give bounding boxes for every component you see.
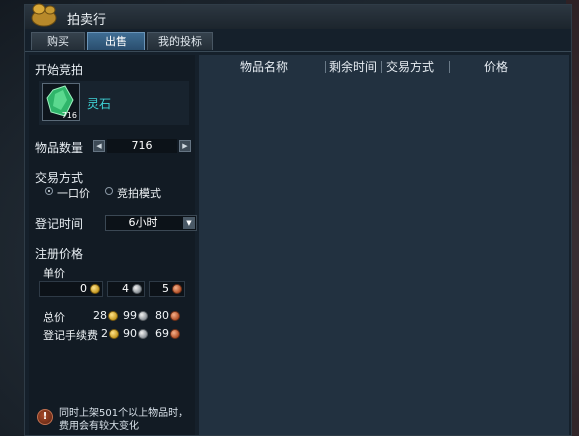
warning-text: 同时上架501个以上物品时，费用会有较大变化 — [59, 408, 189, 432]
unit-price-gold-input[interactable]: 0 — [39, 281, 103, 297]
fee-label: 登记手续费 — [43, 329, 98, 342]
green-crystal-icon: 716 — [42, 83, 80, 121]
quantity-label: 物品数量 — [35, 141, 84, 155]
quantity-decrease-button[interactable]: ◀ — [93, 140, 105, 152]
duration-select[interactable]: 6小时 ▼ — [105, 215, 197, 231]
unit-price-gold-value: 0 — [80, 282, 87, 295]
copper-coin-icon — [170, 329, 180, 339]
total-copper-value: 80 — [155, 309, 169, 322]
section-title: 开始竞拍 — [35, 63, 84, 77]
gold-coin-icon — [90, 284, 100, 294]
tab-bar: 购买 出售 我的投标 — [25, 31, 571, 52]
duration-label: 登记时间 — [35, 217, 84, 231]
title-bar[interactable]: 拍卖行 — [25, 3, 571, 29]
sell-panel: 开始竞拍 716 灵石 物品数量 ◀ 716 ▶ 交易方式 一口价 竞拍模式 登… — [29, 55, 197, 435]
silver-coin-icon — [132, 284, 142, 294]
item-name: 灵石 — [87, 97, 112, 111]
auction-mode-label: 竞拍模式 — [117, 187, 161, 200]
money-bag-icon — [31, 3, 57, 27]
auction-house-window: 拍卖行 购买 出售 我的投标 开始竞拍 716 灵石 物品数量 ◀ 716 ▶ … — [24, 3, 572, 436]
item-slot[interactable]: 716 灵石 — [39, 81, 189, 125]
unit-price-copper-input[interactable]: 5 — [149, 281, 185, 297]
column-header-price[interactable]: 价格 — [461, 55, 531, 79]
quantity-increase-button[interactable]: ▶ — [179, 140, 191, 152]
column-header-trade-method[interactable]: 交易方式 — [382, 55, 438, 79]
column-header-item-name[interactable]: 物品名称 — [219, 55, 309, 79]
item-stack-count: 716 — [61, 111, 77, 120]
silver-coin-icon — [138, 311, 148, 321]
radio-auction-mode[interactable] — [105, 187, 113, 195]
total-gold-value: 28 — [93, 309, 107, 322]
price-section-label: 注册价格 — [35, 247, 84, 261]
tab-sell[interactable]: 出售 — [87, 32, 145, 50]
column-divider — [449, 61, 450, 73]
fee-copper-value: 69 — [155, 327, 169, 340]
unit-price-copper-value: 5 — [162, 282, 169, 295]
listing-table: 物品名称 剩余时间 交易方式 价格 — [199, 55, 569, 435]
copper-coin-icon — [170, 311, 180, 321]
unit-price-silver-input[interactable]: 4 — [107, 281, 145, 297]
silver-coin-icon — [138, 329, 148, 339]
window-title: 拍卖行 — [67, 13, 107, 28]
total-silver-value: 99 — [123, 309, 137, 322]
gold-coin-icon — [108, 311, 118, 321]
unit-price-silver-value: 4 — [122, 282, 129, 295]
unit-price-label: 单价 — [43, 267, 65, 280]
trade-method-label: 交易方式 — [35, 171, 84, 185]
warning-icon: ! — [37, 409, 53, 425]
chevron-down-icon[interactable]: ▼ — [183, 217, 195, 229]
tab-buy[interactable]: 购买 — [31, 32, 85, 50]
fee-gold-value: 2 — [101, 327, 108, 340]
radio-buyout[interactable] — [45, 187, 53, 195]
total-price-label: 总价 — [43, 311, 65, 324]
quantity-input[interactable]: 716 — [107, 139, 177, 153]
duration-value: 6小时 — [128, 216, 158, 229]
gold-coin-icon — [109, 329, 119, 339]
column-header-time-left[interactable]: 剩余时间 — [326, 55, 380, 79]
fee-silver-value: 90 — [123, 327, 137, 340]
copper-coin-icon — [172, 284, 182, 294]
tab-my-bids[interactable]: 我的投标 — [147, 32, 213, 50]
buyout-label: 一口价 — [57, 187, 90, 200]
